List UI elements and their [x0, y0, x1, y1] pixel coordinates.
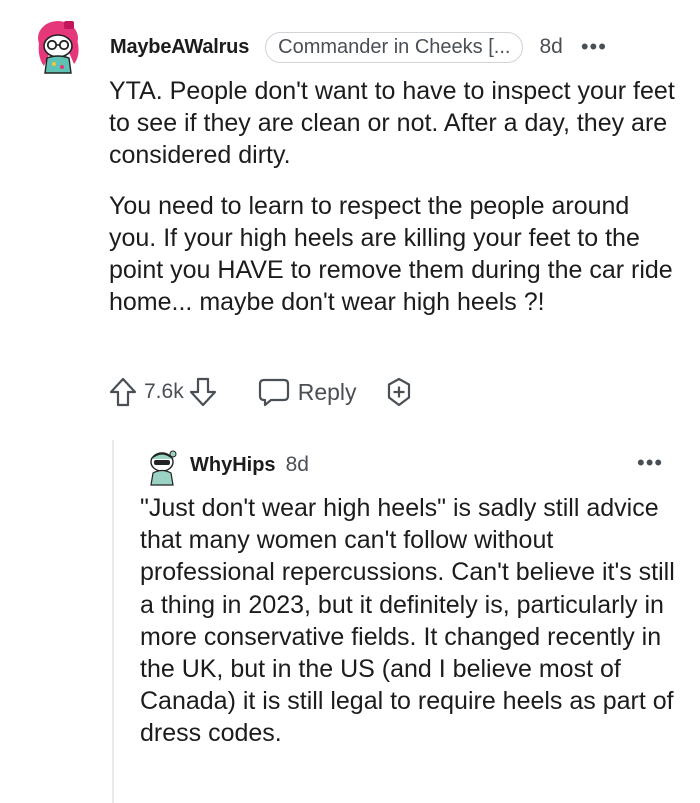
- snoo-avatar-icon: [150, 450, 177, 486]
- downvote-button[interactable]: [188, 376, 218, 408]
- user-avatar[interactable]: [30, 18, 88, 76]
- speech-bubble-icon: [258, 378, 289, 407]
- comment-meta: MaybeAWalrus Commander in Cheeks [... 8d…: [110, 30, 607, 64]
- add-award-icon: [387, 377, 410, 407]
- reply-label: Reply: [297, 378, 357, 405]
- thread-line[interactable]: [112, 440, 114, 803]
- more-options-icon[interactable]: •••: [581, 34, 607, 60]
- comment-paragraph: You need to learn to respect the people …: [109, 192, 673, 316]
- user-flair: Commander in Cheeks [...: [265, 31, 524, 63]
- upvote-button[interactable]: [108, 376, 138, 408]
- reply-user-avatar[interactable]: [142, 447, 182, 487]
- reply-body: "Just don't wear high heels" is sadly st…: [140, 494, 675, 748]
- award-button[interactable]: [383, 376, 415, 408]
- arrow-up-icon: [109, 377, 137, 407]
- arrow-down-icon: [189, 377, 216, 407]
- comment-actions: 7.6k Reply: [108, 372, 415, 412]
- snoo-avatar-icon: [38, 21, 79, 74]
- reply-button[interactable]: Reply: [258, 377, 357, 407]
- comment-username[interactable]: MaybeAWalrus: [110, 36, 249, 59]
- more-options-icon[interactable]: •••: [637, 450, 663, 476]
- comment-age: 8d: [539, 35, 563, 58]
- comment-paragraph: YTA. People don't want to have to inspec…: [109, 77, 675, 169]
- reply-meta: WhyHips 8d: [190, 450, 309, 480]
- vote-count: 7.6k: [144, 380, 184, 403]
- reply-username[interactable]: WhyHips: [190, 454, 276, 477]
- reply-age: 8d: [285, 453, 309, 476]
